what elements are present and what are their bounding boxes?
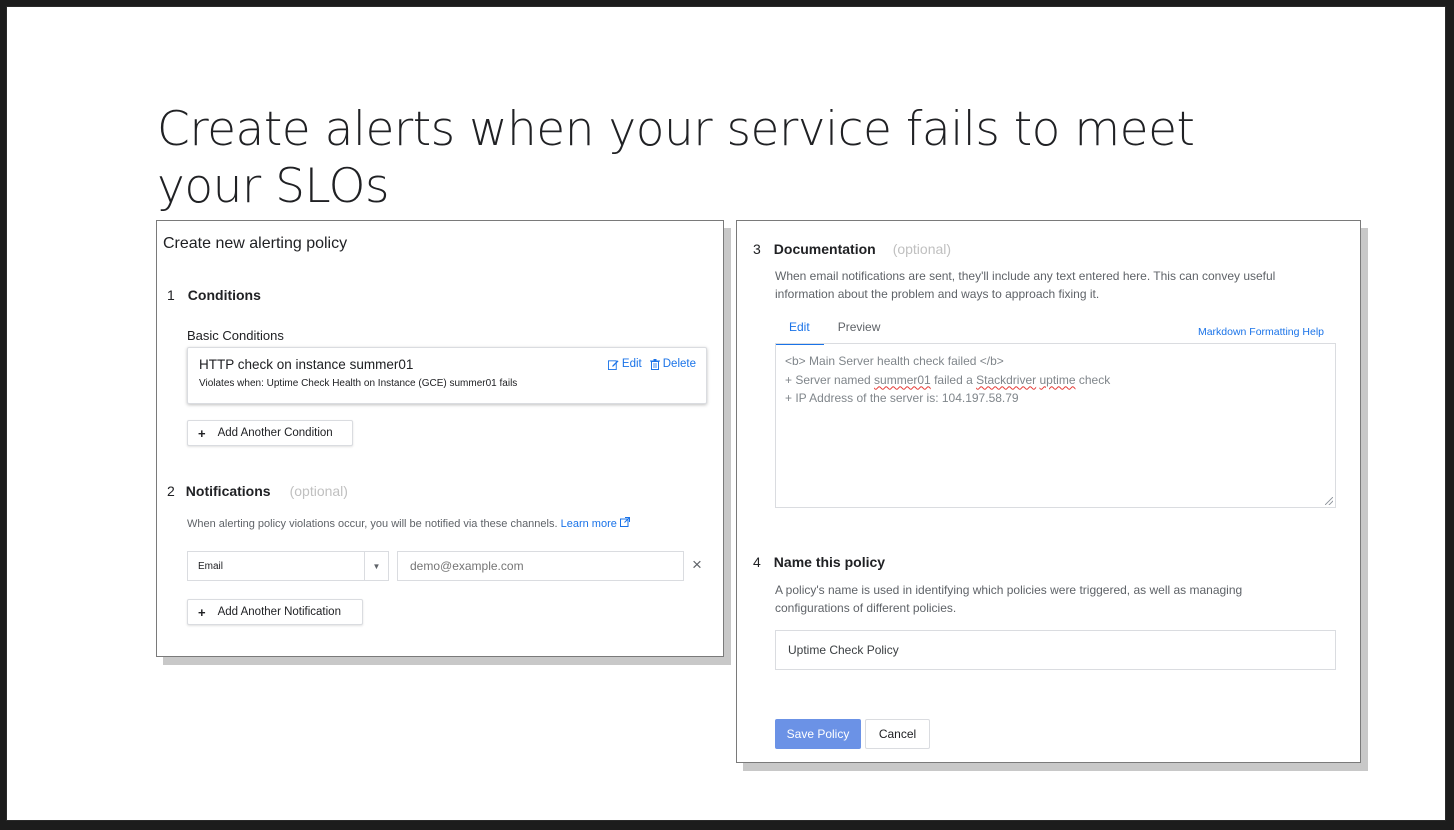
documentation-title: Documentation bbox=[773, 241, 876, 257]
doc-line: + IP Address of the server is: 104.197.5… bbox=[785, 391, 1019, 405]
delete-label: Delete bbox=[662, 358, 696, 370]
condition-description: Violates when: Uptime Check Health on In… bbox=[199, 378, 518, 389]
documentation-description-line: When email notifications are sent, they'… bbox=[775, 269, 1276, 283]
notifications-title: Notifications bbox=[185, 483, 271, 499]
notifications-description: When alerting policy violations occur, y… bbox=[187, 515, 630, 533]
markdown-help-link[interactable]: Markdown Formatting Help bbox=[1198, 326, 1324, 338]
optional-label: (optional) bbox=[892, 241, 952, 257]
doc-text: check bbox=[1075, 372, 1111, 387]
step-number: 4 bbox=[753, 554, 761, 570]
condition-card[interactable]: HTTP check on instance summer01 Violates… bbox=[187, 347, 707, 404]
misspelled-word: Stackdriver bbox=[976, 372, 1037, 387]
step-number: 3 bbox=[753, 241, 761, 257]
trash-icon bbox=[649, 358, 660, 370]
resize-handle-icon[interactable] bbox=[1325, 497, 1333, 505]
learn-more-link[interactable]: Learn more bbox=[560, 517, 630, 530]
name-policy-description-line: A policy's name is used in identifying w… bbox=[775, 583, 1243, 597]
cancel-button[interactable]: Cancel bbox=[865, 719, 930, 749]
learn-more-label: Learn more bbox=[560, 518, 617, 530]
name-policy-title: Name this policy bbox=[773, 554, 886, 570]
documentation-textarea[interactable]: <b> Main Server health check failed </b>… bbox=[775, 343, 1336, 508]
doc-line: <b> Main Server health check failed </b> bbox=[785, 354, 1004, 368]
add-notification-label: Add Another Notification bbox=[217, 606, 341, 618]
delete-condition-link[interactable]: Delete bbox=[649, 358, 696, 370]
documentation-section-header: 3 Documentation (optional) bbox=[753, 241, 951, 257]
add-condition-label: Add Another Condition bbox=[217, 427, 333, 439]
doc-line: + Server named summer01 failed a Stackdr… bbox=[785, 371, 1326, 390]
notification-email-input[interactable] bbox=[397, 551, 684, 581]
create-alerting-policy-panel: Create new alerting policy 1 Conditions … bbox=[156, 220, 724, 657]
slide: Create alerts when your service fails to… bbox=[6, 6, 1446, 821]
edit-condition-link[interactable]: Edit bbox=[607, 358, 642, 370]
save-policy-button[interactable]: Save Policy bbox=[775, 719, 861, 749]
basic-conditions-label: Basic Conditions bbox=[187, 328, 284, 343]
misspelled-word: uptime bbox=[1039, 372, 1076, 387]
condition-title: HTTP check on instance summer01 bbox=[199, 357, 414, 372]
tab-edit[interactable]: Edit bbox=[775, 319, 824, 345]
notifications-description-text: When alerting policy violations occur, y… bbox=[187, 518, 558, 530]
condition-actions: Edit Delete bbox=[607, 358, 696, 370]
plus-icon: + bbox=[198, 425, 206, 441]
documentation-description-line: information about the problem and ways t… bbox=[775, 287, 1100, 301]
doc-text: failed a bbox=[930, 372, 977, 387]
doc-text: + Server named bbox=[785, 372, 875, 387]
name-policy-description-line: configurations of different policies. bbox=[775, 601, 957, 615]
conditions-section-header: 1 Conditions bbox=[167, 287, 261, 303]
panel-heading: Create new alerting policy bbox=[163, 235, 348, 252]
dropdown-arrow-icon: ▼ bbox=[364, 552, 388, 580]
optional-label: (optional) bbox=[289, 483, 348, 499]
conditions-title: Conditions bbox=[187, 287, 261, 303]
external-link-icon bbox=[619, 517, 630, 527]
policy-name-input[interactable]: Uptime Check Policy bbox=[775, 630, 1336, 670]
documentation-description: When email notifications are sent, they'… bbox=[775, 267, 1275, 303]
add-condition-button[interactable]: + Add Another Condition bbox=[187, 420, 353, 446]
misspelled-word: summer01 bbox=[874, 372, 931, 387]
remove-notification-close-icon[interactable]: × bbox=[692, 555, 702, 575]
step-number: 1 bbox=[167, 287, 175, 303]
documentation-tabs: Edit Preview bbox=[775, 319, 894, 345]
channel-type-value: Email bbox=[198, 560, 224, 572]
tab-preview[interactable]: Preview bbox=[824, 319, 895, 345]
add-notification-button[interactable]: + Add Another Notification bbox=[187, 599, 363, 625]
slide-title: Create alerts when your service fails to… bbox=[157, 102, 1195, 214]
name-policy-section-header: 4 Name this policy bbox=[753, 554, 885, 570]
step-number: 2 bbox=[167, 483, 175, 499]
edit-label: Edit bbox=[621, 358, 642, 370]
policy-details-panel: 3 Documentation (optional) When email no… bbox=[736, 220, 1361, 763]
notification-channel-select[interactable]: Email ▼ bbox=[187, 551, 389, 581]
name-policy-description: A policy's name is used in identifying w… bbox=[775, 581, 1242, 617]
notifications-section-header: 2 Notifications (optional) bbox=[167, 483, 348, 499]
plus-icon: + bbox=[198, 604, 206, 620]
edit-icon bbox=[607, 359, 619, 370]
